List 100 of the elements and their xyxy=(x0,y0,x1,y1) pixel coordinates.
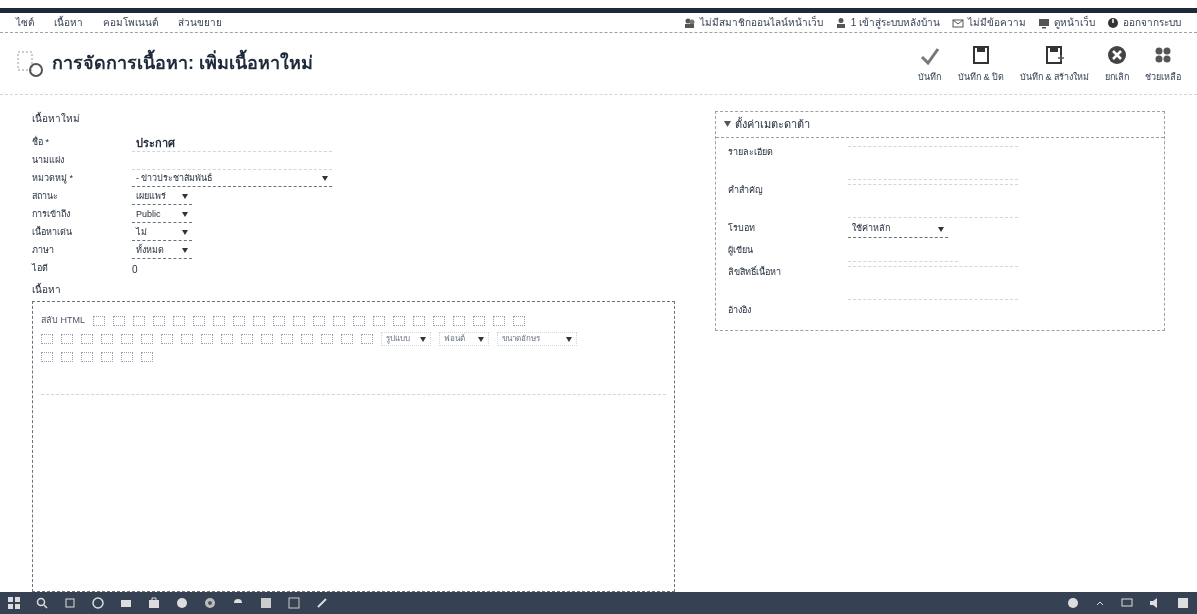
editor-tool-icon[interactable] xyxy=(473,316,485,326)
dropdown[interactable]: เผยแพร่ xyxy=(132,189,192,205)
monitor-icon[interactable] xyxy=(1038,16,1050,29)
help-icon[interactable] xyxy=(1067,597,1079,609)
editor-tool-icon[interactable] xyxy=(373,316,385,326)
menu-item[interactable]: ไซต์ xyxy=(16,15,34,30)
menu-item[interactable]: ส่วนขยาย xyxy=(178,15,222,30)
pen-icon[interactable] xyxy=(316,597,328,609)
field-label: อ้างอิง xyxy=(727,303,752,317)
text-area[interactable] xyxy=(847,265,1018,300)
field-label: ชื่อ * xyxy=(32,136,50,150)
editor-tool-icon[interactable] xyxy=(121,352,133,362)
editor-tool-icon[interactable] xyxy=(141,352,153,362)
dropdown[interactable]: - ข่าวประชาสัมพันธ์ xyxy=(132,171,332,187)
editor-tool-icon[interactable] xyxy=(41,334,53,344)
users-icon[interactable] xyxy=(683,16,696,29)
editor-tool-icon[interactable] xyxy=(141,334,153,344)
toolbar-button[interactable]: ยกเลิก xyxy=(1105,42,1129,85)
field-label: ไอดี xyxy=(32,262,49,276)
editor-tool-icon[interactable] xyxy=(233,316,245,326)
task-view-icon[interactable] xyxy=(64,597,76,609)
text-field[interactable]: ประกาศ xyxy=(132,134,332,152)
dropdown-caret-icon xyxy=(566,336,572,342)
toolbar-button[interactable]: บันทึก xyxy=(917,42,942,85)
editor-tool-icon[interactable] xyxy=(113,316,125,326)
panel-toggle[interactable]: ตั้งค่าเมตะดาต้า xyxy=(715,112,1164,138)
editor-tool-icon[interactable] xyxy=(253,316,265,326)
dropdown[interactable]: ไม่ xyxy=(132,225,192,241)
dropdown[interactable]: ทั้งหมด xyxy=(132,243,192,259)
editor-tool-icon[interactable] xyxy=(193,316,205,326)
field-label: การเข้าถึง xyxy=(32,208,71,222)
folder-icon[interactable] xyxy=(120,597,132,609)
envelope-icon[interactable] xyxy=(952,16,964,29)
toolbar-button[interactable]: บันทึก & สร้างใหม่ xyxy=(1020,42,1089,85)
text-area[interactable] xyxy=(847,145,1018,180)
dropdown[interactable]: ฟอนต์ xyxy=(439,332,489,346)
editor-tool-icon[interactable] xyxy=(121,334,133,344)
editor-tool-icon[interactable] xyxy=(61,352,73,362)
editor-tool-icon[interactable] xyxy=(81,334,93,344)
editor-tool-icon[interactable] xyxy=(93,316,105,326)
page-title: การจัดการเนื้อหา: เพิ่มเนื้อหาใหม่ xyxy=(52,50,313,77)
toolbar-button[interactable]: บันทึก & ปิด xyxy=(957,42,1004,85)
editor-tool-icon[interactable] xyxy=(353,316,365,326)
field-label: นามแฝง xyxy=(32,154,65,168)
editor-tool-icon[interactable] xyxy=(281,334,293,344)
menu-item[interactable]: เนื้อหา xyxy=(54,15,83,30)
editor-tool-icon[interactable] xyxy=(173,316,185,326)
editor-tool-icon[interactable] xyxy=(321,334,333,344)
editor-tool-icon[interactable] xyxy=(133,316,145,326)
editor-tool-icon[interactable] xyxy=(241,334,253,344)
dropdown-caret-icon xyxy=(182,212,188,217)
network-icon[interactable] xyxy=(1121,597,1133,609)
editor-tool-icon[interactable] xyxy=(313,316,325,326)
editor-tool-icon[interactable] xyxy=(153,316,165,326)
editor-tool-icon[interactable] xyxy=(493,316,505,326)
editor-tool-icon[interactable] xyxy=(341,334,353,344)
dropdown[interactable]: ขนาดอักษร xyxy=(497,332,577,346)
user-icon[interactable] xyxy=(834,16,847,29)
editor-tool-icon[interactable] xyxy=(433,316,445,326)
toolbar-button[interactable]: ช่วยเหลือ xyxy=(1145,42,1181,85)
search-icon[interactable] xyxy=(36,597,48,609)
editor-tool-icon[interactable] xyxy=(513,316,525,326)
editor-tool-icon[interactable] xyxy=(301,334,313,344)
windows-start-icon[interactable] xyxy=(8,597,20,609)
field-label: ภาษา xyxy=(32,244,55,258)
editor-tool-icon[interactable] xyxy=(393,316,405,326)
editor-tool-icon[interactable] xyxy=(101,334,113,344)
editor-tool-icon[interactable] xyxy=(453,316,465,326)
editor-tool-icon[interactable] xyxy=(161,334,173,344)
menu-item[interactable]: คอมโพเนนต์ xyxy=(103,15,158,30)
header-link[interactable]: ดูหน้าเว็บ xyxy=(1054,15,1095,30)
editor-tool-icon[interactable] xyxy=(333,316,345,326)
dropdown[interactable]: Public xyxy=(132,207,192,223)
field-label: ผู้เขียน xyxy=(727,243,754,257)
header-link[interactable]: 1 เข้าสู่ระบบหลังบ้าน xyxy=(850,15,940,30)
editor-tool-icon[interactable] xyxy=(101,352,113,362)
field-label: โรบอท xyxy=(727,221,756,235)
editor-tool-icon[interactable] xyxy=(181,334,193,344)
header-link[interactable]: ออกจากระบบ xyxy=(1123,15,1181,30)
editor-tool-icon[interactable] xyxy=(293,316,305,326)
dropdown[interactable]: รูปแบบ xyxy=(381,332,431,346)
header-link[interactable]: ไม่มีสมาชิกออนไลน์หน้าเว็บ xyxy=(699,15,823,30)
dropdown[interactable]: ใช้ค่าหลัก xyxy=(847,221,948,238)
dropdown-caret-icon xyxy=(420,336,426,342)
toggle-editor-button[interactable]: สลับ HTML xyxy=(41,314,85,328)
editor-tool-icon[interactable] xyxy=(413,316,425,326)
editor-tool-icon[interactable] xyxy=(61,334,73,344)
store-icon[interactable] xyxy=(148,597,160,609)
editor-tool-icon[interactable] xyxy=(261,334,273,344)
editor-tool-icon[interactable] xyxy=(41,352,53,362)
text-area[interactable] xyxy=(847,183,1018,218)
editor-tool-icon[interactable] xyxy=(81,352,93,362)
header-link[interactable]: ไม่มีข้อความ xyxy=(968,15,1026,30)
editor-tool-icon[interactable] xyxy=(273,316,285,326)
power-icon[interactable] xyxy=(1107,16,1119,29)
field-label: รายละเอียด xyxy=(727,145,774,159)
editor-tool-icon[interactable] xyxy=(201,334,213,344)
editor-tool-icon[interactable] xyxy=(361,334,373,344)
editor-tool-icon[interactable] xyxy=(221,334,233,344)
editor-tool-icon[interactable] xyxy=(213,316,225,326)
